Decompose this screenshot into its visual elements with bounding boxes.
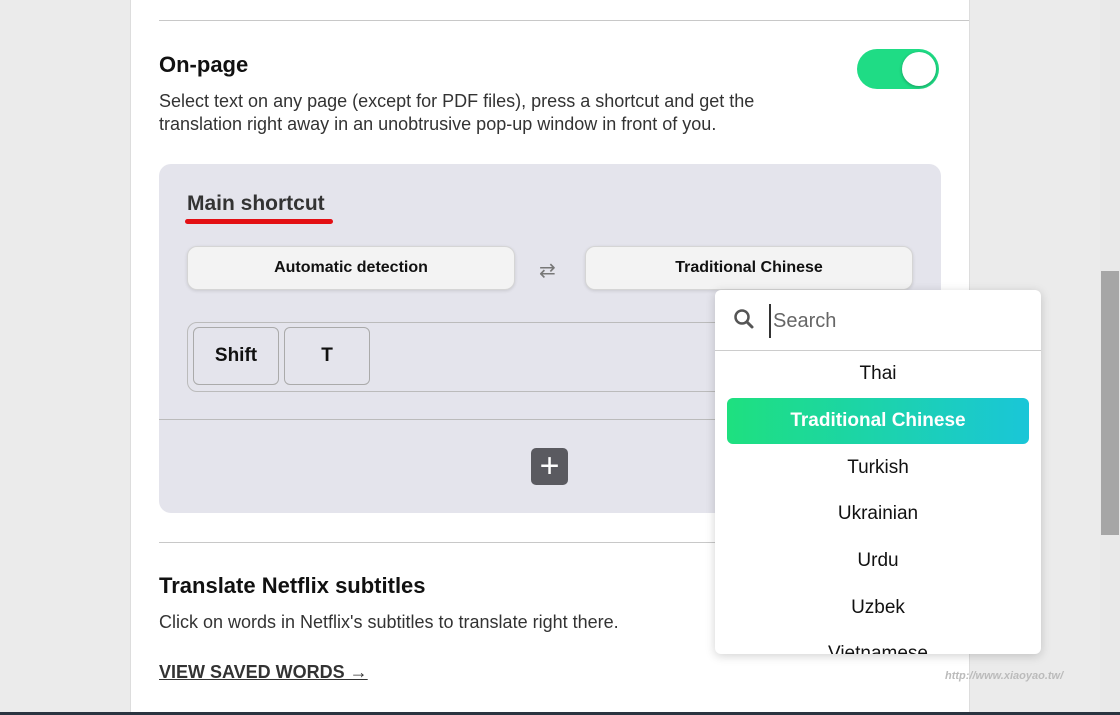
shortcut-keys-field[interactable]: Shift T <box>187 322 749 392</box>
language-option[interactable]: Uzbek <box>715 584 1041 631</box>
language-option[interactable]: Urdu <box>715 538 1041 585</box>
add-shortcut-button[interactable]: + <box>531 448 568 485</box>
search-input[interactable] <box>769 304 1025 338</box>
search-box <box>715 290 1041 351</box>
view-saved-words-link[interactable]: VIEW SAVED WORDS → <box>159 662 368 683</box>
language-option[interactable]: Ukrainian <box>715 491 1041 538</box>
divider <box>159 20 969 21</box>
watermark: http://www.xiaoyao.tw/ <box>945 670 1064 682</box>
swap-icon[interactable]: ⇄ <box>539 258 556 283</box>
language-option-selected[interactable]: Traditional Chinese <box>727 397 1029 445</box>
onpage-description: Select text on any page (except for PDF … <box>159 91 755 134</box>
key-t: T <box>284 327 370 385</box>
language-dropdown: Thai Traditional Chinese Turkish Ukraini… <box>715 290 1041 654</box>
key-shift: Shift <box>193 327 279 385</box>
shortcut-title: Main shortcut <box>187 192 325 215</box>
toggle-knob <box>902 52 936 86</box>
language-option[interactable]: Vietnamese <box>715 631 1041 654</box>
language-options: Thai Traditional Chinese Turkish Ukraini… <box>715 351 1041 654</box>
title-underline <box>185 219 333 224</box>
target-language-button[interactable]: Traditional Chinese <box>585 246 913 290</box>
scrollbar-thumb[interactable] <box>1101 271 1119 535</box>
language-option[interactable]: Thai <box>715 351 1041 398</box>
netflix-title: Translate Netflix subtitles <box>159 573 426 598</box>
source-language-button[interactable]: Automatic detection <box>187 246 515 290</box>
onpage-title: On-page <box>159 52 249 77</box>
language-option[interactable]: Turkish <box>715 444 1041 491</box>
plus-icon: + <box>539 447 560 485</box>
onpage-toggle[interactable] <box>857 49 939 89</box>
search-icon <box>734 309 754 329</box>
